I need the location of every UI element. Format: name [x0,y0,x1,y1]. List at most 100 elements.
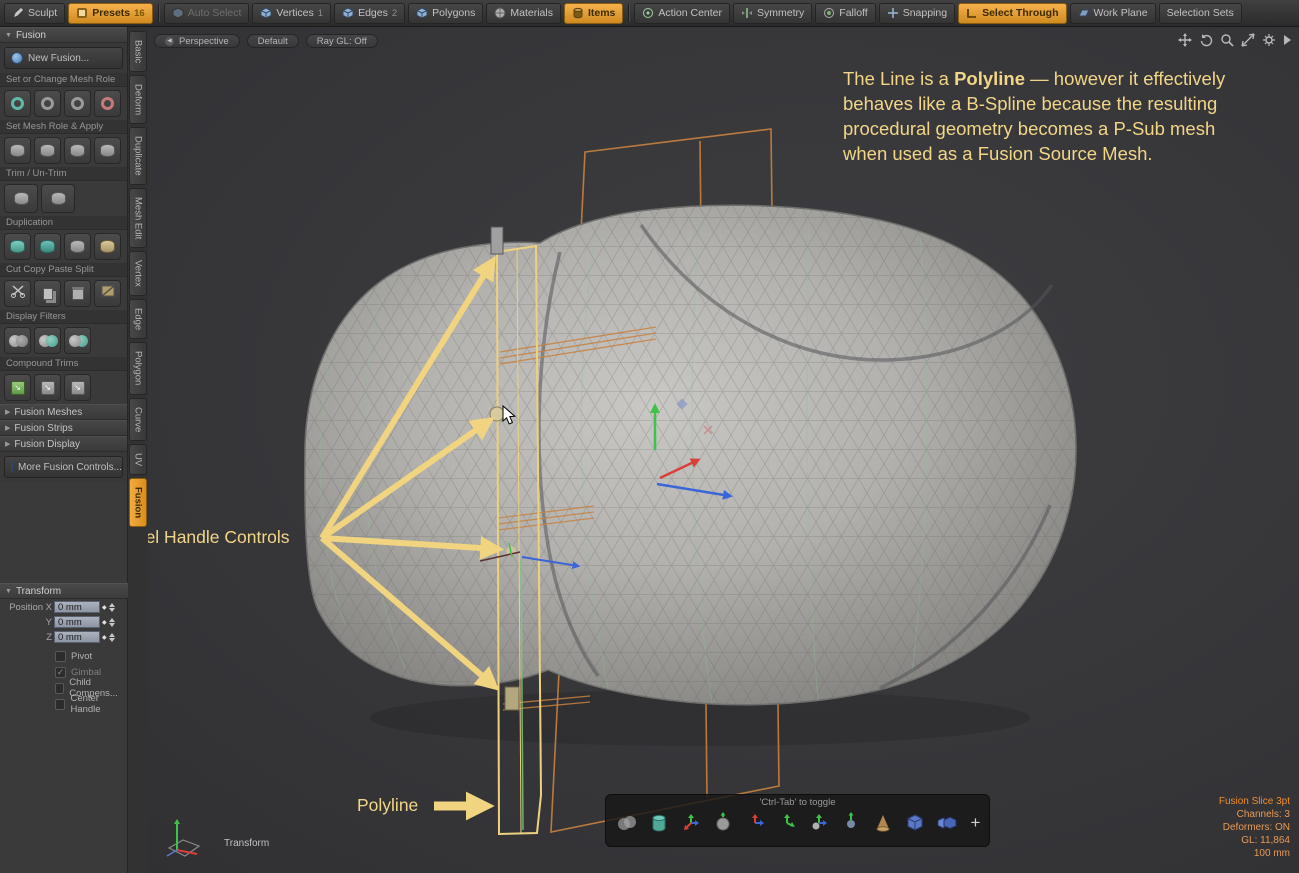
trim-button[interactable] [4,184,38,213]
tab-polygon[interactable]: Polygon [129,342,147,394]
ghost-meshes-icon[interactable] [615,810,640,835]
filter-source-button[interactable] [34,327,61,354]
maximize-icon[interactable] [1241,33,1255,47]
cube-item-icon[interactable] [903,810,928,835]
fusion-display-section[interactable]: ▶ Fusion Display [0,436,127,452]
toolbar-button-action-center[interactable]: Action Center [634,3,730,24]
position-z-field[interactable] [54,631,100,643]
pivot-checkbox[interactable] [55,651,66,662]
toolbar-button-presets[interactable]: Presets 16 [68,3,153,24]
zoom-icon[interactable] [1220,33,1234,47]
position-y-field[interactable] [54,616,100,628]
hud-channels: Channels: 3 [1219,808,1290,821]
gear-icon[interactable] [1262,33,1276,47]
position-y-stepper[interactable] [109,618,115,627]
palette-add-button[interactable]: + [971,813,981,833]
role-primary-button[interactable] [4,90,31,117]
perspective-menu-icon[interactable]: ◀ [165,37,174,46]
apply-primary-button[interactable] [4,137,31,164]
falloff-cone-icon[interactable] [871,810,896,835]
polyline-top-handle[interactable] [491,227,503,254]
tab-vertex[interactable]: Vertex [129,251,147,296]
untrim-button[interactable] [41,184,75,213]
toolbar-button-selection-sets[interactable]: Selection Sets [1159,3,1242,24]
toolbar-button-snapping[interactable]: Snapping [879,3,955,24]
tab-uv[interactable]: UV [129,444,147,475]
toolbar-button-symmetry[interactable]: Symmetry [733,3,812,24]
annotation-pre: The Line is a [843,68,954,89]
child-move-icon[interactable] [807,810,832,835]
pan-icon[interactable] [1178,33,1192,47]
apply-remove-button[interactable] [94,137,121,164]
toolbar-button-edges[interactable]: Edges 2 [334,3,405,24]
tab-deform[interactable]: Deform [129,75,147,124]
duplicate-freeze-button[interactable] [94,233,121,260]
tab-edge[interactable]: Edge [129,299,147,339]
copy-button[interactable] [34,280,61,307]
active-tool-indicator: Transform [224,838,269,849]
split-button[interactable] [94,280,121,307]
element-move-icon[interactable] [775,810,800,835]
fusion-strips-section[interactable]: ▶ Fusion Strips [0,420,127,436]
expand-panel-icon[interactable] [1283,34,1292,46]
tab-curve[interactable]: Curve [129,398,147,441]
toolbar-button-polygons[interactable]: Polygons [408,3,483,24]
channel-handle-hovered[interactable] [490,407,504,421]
cut-button[interactable] [4,280,31,307]
toolbar-button-work-plane[interactable]: Work Plane [1070,3,1156,24]
channel-diamond-icon[interactable]: ◆ [102,634,107,641]
shading-dropdown[interactable]: Default [247,34,299,48]
role-trim-button[interactable] [34,90,61,117]
compound-new-button[interactable]: ↘ [4,374,31,401]
toolbar-button-sculpt[interactable]: Sculpt [4,3,65,24]
filter-output-button[interactable] [64,327,91,354]
position-x-field[interactable] [54,601,100,613]
paste-button[interactable] [64,280,91,307]
fusion-mesh[interactable] [305,205,1076,704]
toolbar-button-materials[interactable]: Materials [486,3,561,24]
compound-add-button[interactable]: ↘ [34,374,61,401]
tab-fusion[interactable]: Fusion [129,478,147,527]
axis-rotate-icon[interactable] [839,810,864,835]
duplicate-instance-button[interactable] [34,233,61,260]
primitive-cylinder-icon[interactable] [647,810,672,835]
channel-diamond-icon[interactable]: ◆ [102,604,107,611]
move-tool-icon[interactable] [743,810,768,835]
role-add-button[interactable] [64,90,91,117]
tab-basic[interactable]: Basic [129,31,147,72]
role-remove-button[interactable] [94,90,121,117]
center-handle-label: Center Handle [70,693,128,715]
channel-diamond-icon[interactable]: ◆ [102,619,107,626]
cube-group-icon[interactable] [935,810,960,835]
transform-section-header[interactable]: ▼ Transform [0,583,128,599]
new-fusion-button[interactable]: New Fusion... [4,47,123,69]
raygl-dropdown[interactable]: Ray GL: Off [306,34,378,48]
child-compens-checkbox[interactable] [55,683,64,694]
perspective-dropdown[interactable]: ◀ Perspective [154,34,240,48]
apply-trim-button[interactable] [34,137,61,164]
toolbar-button-falloff[interactable]: Falloff [815,3,875,24]
center-handle-checkbox[interactable] [55,699,65,710]
duplicate-mesh-button[interactable] [64,233,91,260]
toolbar-button-items[interactable]: Items [564,3,623,24]
polyline-bottom-handle[interactable] [505,687,519,710]
position-x-stepper[interactable] [109,603,115,612]
position-y-row: Y ◆ [0,615,128,629]
fusion-meshes-section[interactable]: ▶ Fusion Meshes [0,404,127,420]
tab-mesh-edit[interactable]: Mesh Edit [129,188,147,248]
apply-add-button[interactable] [64,137,91,164]
sphere-deform-icon[interactable] [711,810,736,835]
rotate-view-icon[interactable] [1199,33,1213,47]
compound-remove-button[interactable]: ↘ [64,374,91,401]
transform-move-icon[interactable] [679,810,704,835]
duplicate-fusion-button[interactable] [4,233,31,260]
more-fusion-controls-button[interactable]: More Fusion Controls... [4,456,123,478]
toolbar-button-vertices[interactable]: Vertices 1 [252,3,331,24]
toolbar-button-auto-select[interactable]: Auto Select [164,3,250,24]
tab-duplicate[interactable]: Duplicate [129,127,147,185]
position-z-stepper[interactable] [109,633,115,642]
fusion-section-header[interactable]: ▼ Fusion [0,27,127,43]
toolbar-button-select-through[interactable]: Select Through [958,3,1066,24]
filter-all-button[interactable] [4,327,31,354]
gimbal-checkbox[interactable]: ✓ [55,667,66,678]
